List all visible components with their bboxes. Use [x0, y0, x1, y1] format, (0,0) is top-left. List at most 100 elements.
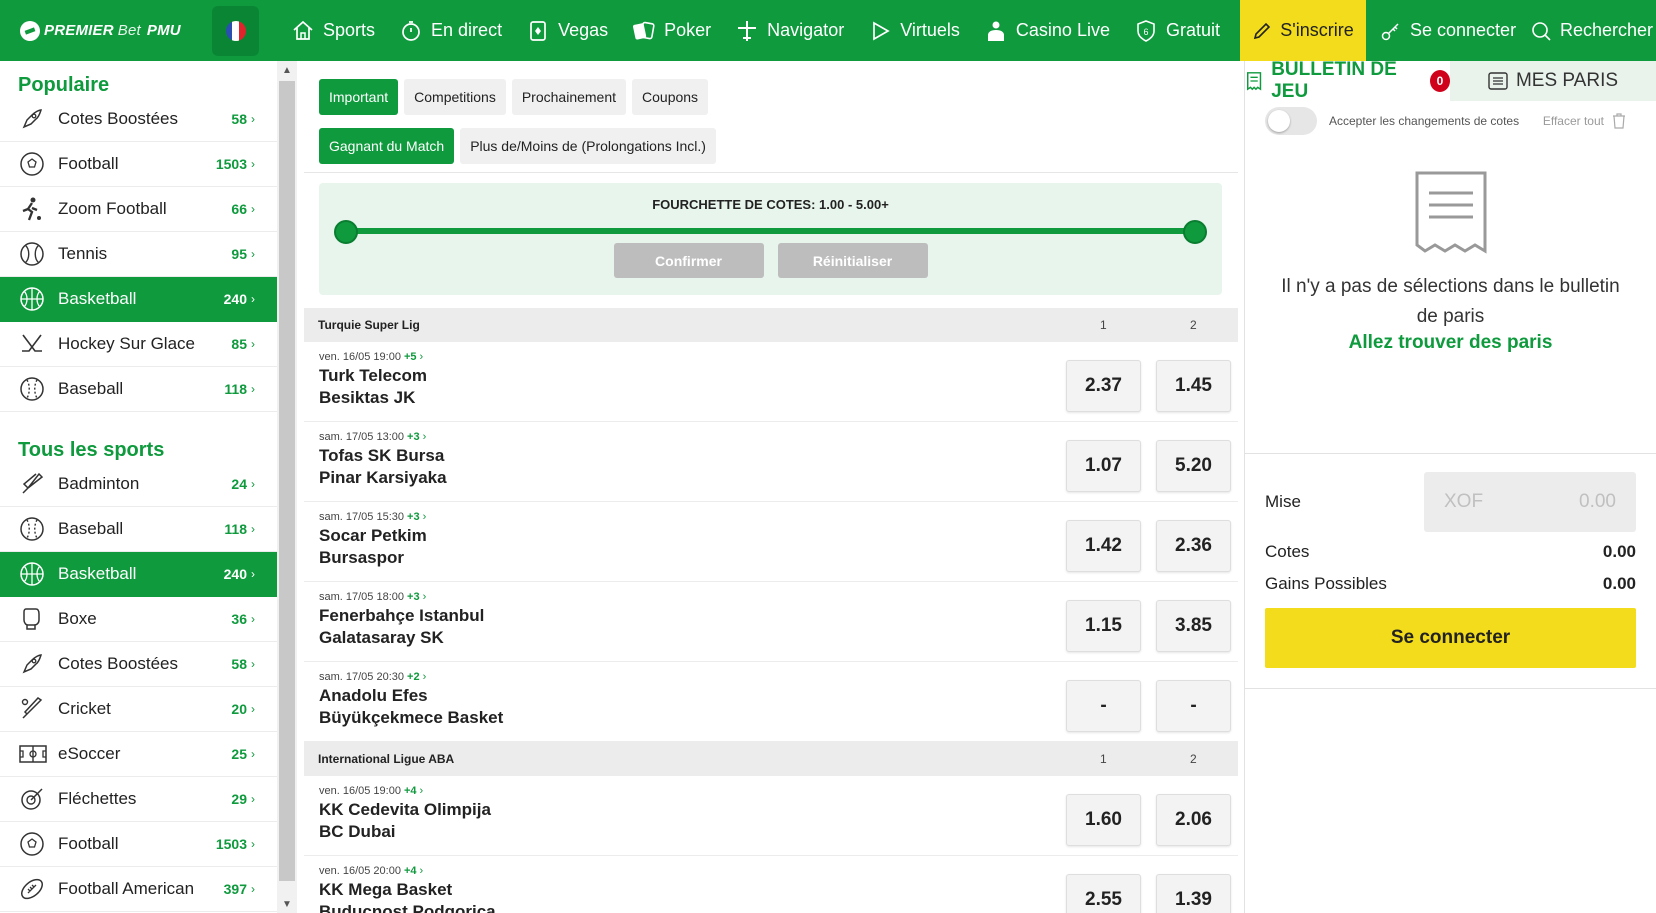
more-markets-link[interactable]: +3 [407, 511, 420, 523]
sidebar-item-cotes-boostées[interactable]: Cotes Boostées 58 › [0, 642, 277, 687]
sidebar-item-count: 58 [231, 111, 247, 127]
tennis-icon [18, 239, 48, 269]
more-markets-link[interactable]: +4 [404, 865, 417, 877]
sidebar-item-basketball[interactable]: Basketball 240 › [0, 277, 277, 322]
sidebar-item-fléchettes[interactable]: Fléchettes 29 › [0, 777, 277, 822]
match-row[interactable]: sam. 17/05 20:30 +2 › Anadolu Efes Büyükçekm… [304, 662, 1238, 742]
confirm-button[interactable]: Confirmer [613, 243, 764, 278]
language-selector[interactable] [212, 5, 259, 56]
sidebar-item-baseball[interactable]: Baseball 118 › [0, 367, 277, 412]
match-row[interactable]: sam. 17/05 13:00 +3 › Tofas SK Bursa Pinar K… [304, 422, 1238, 502]
market-tab-2[interactable]: Plus de/Moins de (Prolongations Incl.) [460, 128, 716, 164]
odd-button-away[interactable]: - [1156, 680, 1231, 732]
match-row[interactable]: ven. 16/05 19:00 +5 › Turk Telecom Besiktas … [304, 342, 1238, 422]
sidebar-item-cotes-boostées[interactable]: Cotes Boostées 58 › [0, 97, 277, 142]
sidebar-item-basketball[interactable]: Basketball 240 › [0, 552, 277, 597]
match-row[interactable]: ven. 16/05 19:00 +4 › KK Cedevita Olimpija B… [304, 776, 1238, 856]
signup-button[interactable]: S'inscrire [1240, 0, 1366, 61]
league-name: International Ligue ABA [318, 752, 455, 766]
brand-logo[interactable]: PREMIER Bet PMU [0, 0, 202, 61]
tab-important[interactable]: Important [319, 79, 399, 115]
odds-range-max-handle[interactable] [1183, 220, 1207, 244]
scrollbar-thumb[interactable] [279, 81, 295, 881]
dart-icon [18, 784, 48, 814]
sidebar-item-hockey-sur-glace[interactable]: Hockey Sur Glace 85 › [0, 322, 277, 367]
plane-icon [738, 20, 757, 41]
more-markets-link[interactable]: +2 [407, 671, 420, 683]
more-markets-link[interactable]: +5 [404, 351, 417, 363]
stopwatch-icon [402, 20, 420, 41]
odd-button-home[interactable]: 2.55 [1066, 874, 1141, 913]
odd-button-away[interactable]: 2.06 [1156, 794, 1231, 846]
sidebar-item-football[interactable]: Football 1503 › [0, 822, 277, 867]
odd-button-home[interactable]: - [1066, 680, 1141, 732]
sidebar-item-zoom-football[interactable]: Zoom Football 66 › [0, 187, 277, 232]
scroll-up-arrow-icon[interactable]: ▲ [277, 61, 297, 79]
more-markets-link[interactable]: +4 [404, 785, 417, 797]
nav-item-vegas[interactable]: Vegas [514, 0, 620, 61]
tab-prochainement[interactable]: Prochainement [511, 79, 627, 115]
match-datetime: ven. 16/05 19:00 [319, 785, 401, 797]
more-markets-link[interactable]: +3 [407, 431, 420, 443]
stake-input[interactable]: XOF 0.00 [1424, 472, 1636, 532]
odd-button-home[interactable]: 1.42 [1066, 520, 1141, 572]
nav-item-navigator[interactable]: Navigator [723, 0, 856, 61]
odd-button-away[interactable]: 5.20 [1156, 440, 1231, 492]
nav-item-label: Casino Live [1015, 20, 1110, 40]
sidebar-item-badminton[interactable]: Badminton 24 › [0, 462, 277, 507]
odd-button-away[interactable]: 3.85 [1156, 600, 1231, 652]
odds-range-track[interactable] [345, 228, 1196, 234]
france-flag-icon [225, 20, 246, 41]
nav-item-virtuels[interactable]: Virtuels [856, 0, 972, 61]
match-row[interactable]: ven. 16/05 20:00 +4 › KK Mega Basket Buducno… [304, 856, 1238, 913]
sidebar-item-cricket[interactable]: Cricket 20 › [0, 687, 277, 732]
sidebar-item-baseball[interactable]: Baseball 118 › [0, 507, 277, 552]
scroll-down-arrow-icon[interactable]: ▼ [277, 895, 297, 913]
sidebar-item-tennis[interactable]: Tennis 95 › [0, 232, 277, 277]
home-team: Fenerbahçe Istanbul [319, 606, 485, 625]
sidebar-item-boxe[interactable]: Boxe 36 › [0, 597, 277, 642]
clear-all-button[interactable]: Effacer tout [1543, 113, 1626, 129]
nav-item-poker[interactable]: Poker [620, 0, 723, 61]
brand-name-a: PREMIER [44, 22, 114, 39]
sidebar-scrollbar[interactable]: ▲ ▼ [277, 61, 297, 913]
sidebar-item-football-american[interactable]: Football American 397 › [0, 867, 277, 912]
football-icon [18, 829, 48, 859]
odd-button-away[interactable]: 1.45 [1156, 360, 1231, 412]
tab-betslip[interactable]: BULLETIN DE JEU 0 [1245, 59, 1450, 102]
match-row[interactable]: sam. 17/05 18:00 +3 › Fenerbahçe Istanbul Ga… [304, 582, 1238, 662]
odd-button-away[interactable]: 1.39 [1156, 874, 1231, 913]
odd-button-home[interactable]: 1.15 [1066, 600, 1141, 652]
sidebar-item-football[interactable]: Football 1503 › [0, 142, 277, 187]
odd-button-home[interactable]: 1.07 [1066, 440, 1141, 492]
match-row[interactable]: sam. 17/05 15:30 +3 › Socar Petkim Bursaspor… [304, 502, 1238, 582]
nav-item-gratuit[interactable]: 6 Gratuit [1122, 0, 1232, 61]
search-link[interactable]: Rechercher [1530, 0, 1653, 61]
tab-my-bets[interactable]: MES PARIS [1450, 61, 1656, 101]
sidebar-item-esoccer[interactable]: eSoccer 25 › [0, 732, 277, 777]
login-link[interactable]: Se connecter [1380, 0, 1516, 61]
odds-range-min-handle[interactable] [334, 220, 358, 244]
odd-button-away[interactable]: 2.36 [1156, 520, 1231, 572]
chevron-right-icon: › [251, 477, 255, 491]
nav-item-sports[interactable]: Sports [279, 0, 387, 61]
nav-item-en-direct[interactable]: En direct [387, 0, 514, 61]
chevron-right-icon: › [251, 657, 255, 671]
odds-label: Cotes [1265, 542, 1310, 561]
accept-odds-toggle[interactable] [1265, 107, 1317, 135]
odd-button-home[interactable]: 1.60 [1066, 794, 1141, 846]
my-bets-tab-label: MES PARIS [1515, 70, 1619, 91]
odd-button-home[interactable]: 2.37 [1066, 360, 1141, 412]
nav-item-casino-live[interactable]: Casino Live [972, 0, 1122, 61]
tab-competitions[interactable]: Competitions [404, 79, 506, 115]
more-markets-link[interactable]: +3 [407, 591, 420, 603]
sidebar-item-count: 36 [231, 611, 247, 627]
sidebar-item-count: 24 [231, 476, 247, 492]
tab-coupons[interactable]: Coupons [632, 79, 709, 115]
sidebar-item-count: 1503 [215, 836, 247, 852]
login-button[interactable]: Se connecter [1265, 608, 1636, 668]
find-bets-link[interactable]: Allez trouver des paris [1245, 332, 1656, 354]
market-tab-1[interactable]: Gagnant du Match [319, 128, 455, 164]
reset-button[interactable]: Réinitialiser [777, 243, 928, 278]
baseball-icon [18, 374, 48, 404]
